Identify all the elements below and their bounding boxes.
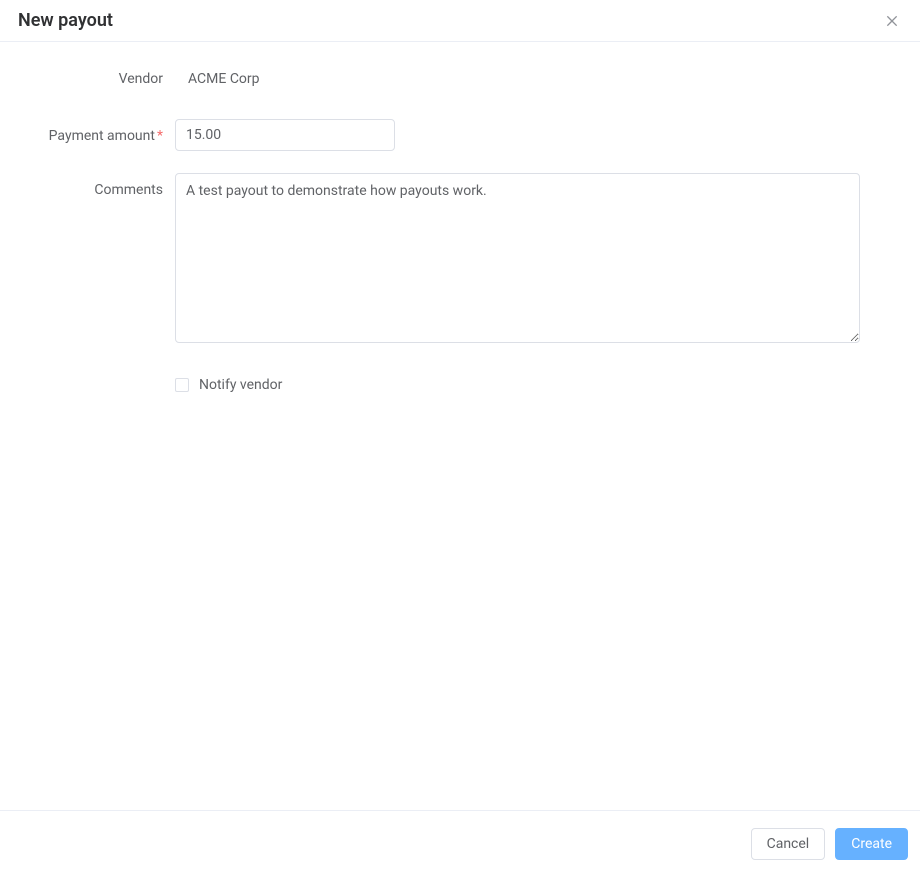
comments-input[interactable] xyxy=(175,173,860,343)
dialog-footer: Cancel Create xyxy=(0,810,920,877)
notify-vendor-field-row: Notify vendor xyxy=(20,369,875,393)
payment-amount-label: Payment amount* xyxy=(20,119,175,143)
close-icon xyxy=(884,13,900,29)
vendor-value: ACME Corp xyxy=(175,62,875,87)
notify-vendor-checkbox[interactable] xyxy=(175,378,189,392)
payment-amount-input[interactable] xyxy=(175,119,395,151)
dialog-title: New payout xyxy=(18,10,113,31)
comments-field-row: Comments xyxy=(20,173,875,347)
create-button[interactable]: Create xyxy=(835,828,908,860)
cancel-button[interactable]: Cancel xyxy=(751,828,826,860)
payment-amount-label-text: Payment amount xyxy=(49,128,155,144)
vendor-field-row: Vendor ACME Corp xyxy=(20,62,875,87)
payment-amount-field-row: Payment amount* xyxy=(20,119,875,151)
required-asterisk: * xyxy=(157,128,163,144)
dialog-body: Vendor ACME Corp Payment amount* Comment… xyxy=(0,42,920,435)
comments-label: Comments xyxy=(20,173,175,197)
notify-vendor-spacer xyxy=(20,369,175,379)
vendor-label: Vendor xyxy=(20,62,175,86)
notify-vendor-label[interactable]: Notify vendor xyxy=(199,377,282,393)
dialog-header: New payout xyxy=(0,0,920,42)
notify-vendor-checkbox-row: Notify vendor xyxy=(175,369,875,393)
close-button[interactable] xyxy=(882,11,902,31)
